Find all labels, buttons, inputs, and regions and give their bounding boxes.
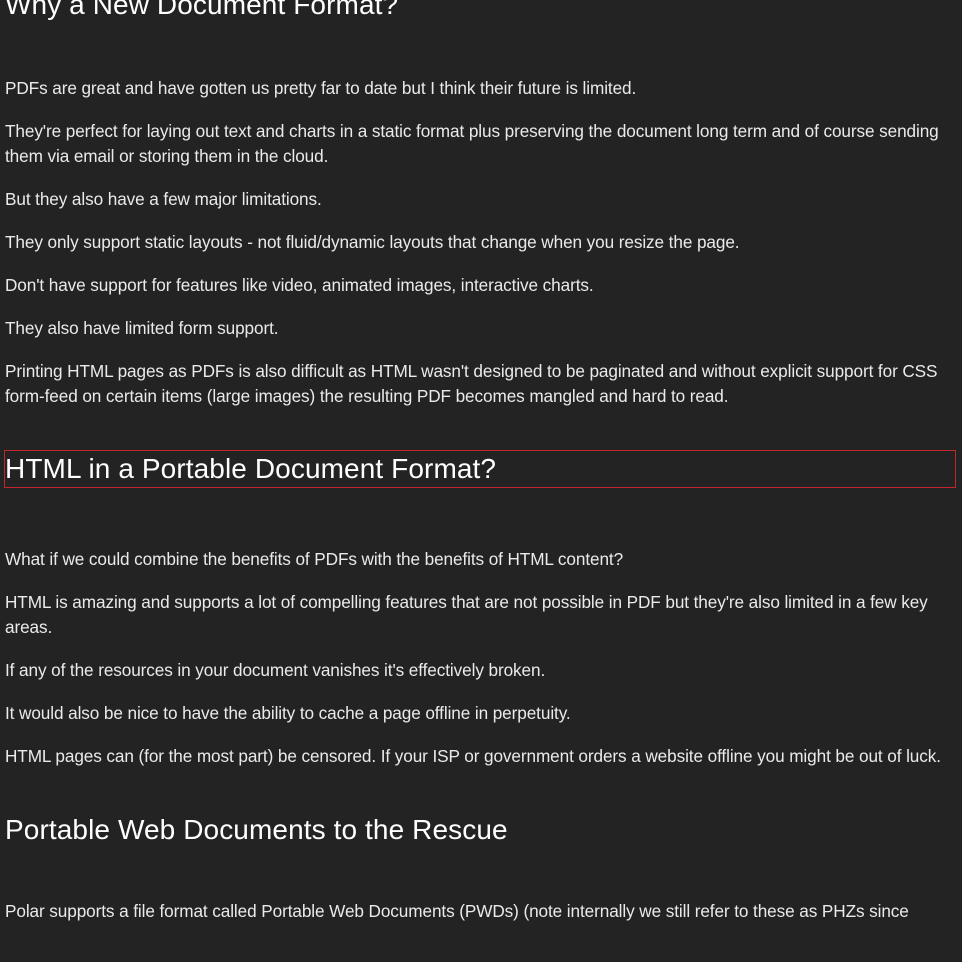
paragraph: HTML is amazing and supports a lot of co… — [5, 592, 928, 637]
paragraph: Don't have support for features like vid… — [5, 275, 594, 295]
paragraph: HTML pages can (for the most part) be ce… — [5, 746, 941, 766]
section-pwd-rescue: Portable Web Documents to the Rescue Pol… — [5, 813, 957, 924]
document-content: Why a New Document Format? PDFs are grea… — [4, 0, 957, 942]
paragraph: But they also have a few major limitatio… — [5, 189, 322, 209]
paragraph: Printing HTML pages as PDFs is also diff… — [5, 361, 938, 406]
document-page: Why a New Document Format? PDFs are grea… — [0, 0, 962, 962]
paragraph: It would also be nice to have the abilit… — [5, 703, 571, 723]
paragraph: Polar supports a file format called Port… — [5, 901, 909, 921]
paragraph: If any of the resources in your document… — [5, 660, 546, 680]
paragraph: What if we could combine the benefits of… — [5, 549, 624, 569]
section-html-portable-format: HTML in a Portable Document Format? What… — [4, 450, 957, 769]
paragraph: They also have limited form support. — [5, 318, 279, 338]
paragraph: PDFs are great and have gotten us pretty… — [5, 78, 637, 98]
paragraph: They're perfect for laying out text and … — [5, 121, 939, 166]
paragraph: They only support static layouts - not f… — [5, 232, 740, 252]
section-heading: Portable Web Documents to the Rescue — [5, 814, 508, 845]
section-heading-selected[interactable]: HTML in a Portable Document Format? — [4, 450, 956, 488]
section-heading: Why a New Document Format? — [5, 0, 399, 20]
section-why-new-format: Why a New Document Format? PDFs are grea… — [5, 0, 957, 409]
